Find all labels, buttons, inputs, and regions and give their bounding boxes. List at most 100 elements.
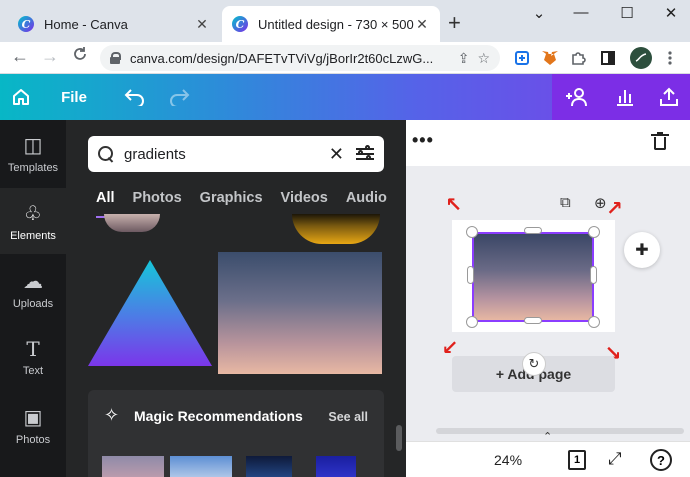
magic-recommendations-title: Magic Recommendations xyxy=(134,408,303,424)
recommendation-thumbnail[interactable] xyxy=(246,456,292,477)
canvas-topbar: ••• xyxy=(406,120,690,166)
panel-scrollbar[interactable] xyxy=(396,425,402,451)
extensions-puzzle-icon[interactable] xyxy=(568,48,588,68)
resize-handle[interactable] xyxy=(524,227,542,234)
gradient-photo-thumbnail[interactable] xyxy=(218,252,382,374)
share-icon[interactable]: ⇪ xyxy=(458,50,470,67)
header-actions xyxy=(552,74,690,120)
rail-item-label: Uploads xyxy=(12,297,54,310)
tab-title: Untitled design - 730 × 500px xyxy=(258,16,414,32)
more-options-icon[interactable]: ••• xyxy=(412,130,434,151)
metamask-fox-icon[interactable] xyxy=(540,48,560,68)
canvas-area: ••• ⧉ ⊕ ↗ ↗ ↗ ↗ ✚ + Add page ↻ xyxy=(406,120,690,477)
undo-button[interactable] xyxy=(120,74,150,120)
fullscreen-icon[interactable]: ⤢ xyxy=(608,449,622,469)
redo-button[interactable] xyxy=(164,74,194,120)
canvas-horizontal-scrollbar[interactable] xyxy=(436,428,684,434)
rail-item-elements[interactable]: ♧ Elements xyxy=(0,188,66,254)
rail-item-uploads[interactable]: ☁ Uploads xyxy=(0,256,66,322)
bottom-bar: 24% 1 ⤢ ? xyxy=(406,441,690,477)
profile-avatar[interactable] xyxy=(630,47,652,69)
resize-handle[interactable] xyxy=(524,317,542,324)
canva-favicon-icon: C xyxy=(232,16,248,32)
rotate-icon[interactable]: ↻ xyxy=(522,352,546,376)
upload-share-icon xyxy=(660,87,678,106)
delete-trash-icon[interactable] xyxy=(651,132,669,150)
zoom-level[interactable]: 24% xyxy=(494,452,522,468)
share-people-button[interactable] xyxy=(562,74,592,120)
add-people-icon xyxy=(566,88,587,107)
browser-menu-icon[interactable] xyxy=(660,48,680,68)
text-icon: T xyxy=(26,337,40,361)
file-menu-button[interactable]: File xyxy=(54,74,94,120)
back-button[interactable]: ← xyxy=(8,46,32,67)
insights-button[interactable] xyxy=(610,74,640,120)
duplicate-page-icon[interactable]: ⧉ xyxy=(560,194,571,211)
tab-videos[interactable]: Videos xyxy=(281,190,328,216)
resize-handle[interactable] xyxy=(467,266,474,284)
result-thumbnail[interactable] xyxy=(292,214,380,244)
home-icon xyxy=(13,89,29,105)
new-tab-button[interactable]: + xyxy=(448,10,461,36)
close-tab-icon[interactable]: ✕ xyxy=(414,16,430,33)
resize-handle[interactable] xyxy=(466,316,478,328)
rail-item-templates[interactable]: ◫ Templates xyxy=(0,120,66,186)
tab-search-chevron-icon[interactable]: ⌄ xyxy=(524,4,554,22)
elements-panel: gradients ✕ All Photos Graphics Videos A… xyxy=(66,120,406,477)
help-icon[interactable]: ? xyxy=(650,449,672,471)
resize-handle[interactable] xyxy=(588,226,600,238)
recommendation-thumbnail[interactable] xyxy=(102,456,164,477)
gradient-triangle-graphic[interactable] xyxy=(88,260,212,366)
recommendation-thumbnail[interactable] xyxy=(170,456,232,477)
clear-search-icon[interactable]: ✕ xyxy=(329,144,344,165)
left-rail: ◫ Templates ♧ Elements ☁ Uploads T Text … xyxy=(0,120,66,477)
resize-handle[interactable] xyxy=(588,316,600,328)
see-all-link[interactable]: See all xyxy=(328,410,368,424)
search-input[interactable]: gradients ✕ xyxy=(88,136,384,172)
filter-sliders-icon[interactable] xyxy=(356,145,374,162)
side-panel-icon[interactable] xyxy=(598,48,618,68)
uploads-icon: ☁ xyxy=(23,270,43,293)
tab-all[interactable]: All xyxy=(96,190,115,218)
reload-icon xyxy=(74,47,86,60)
result-thumbnail[interactable] xyxy=(104,214,160,232)
search-query: gradients xyxy=(124,145,186,163)
extension-icon[interactable] xyxy=(512,48,532,68)
resize-handle[interactable] xyxy=(466,226,478,238)
add-comment-button[interactable]: ✚ xyxy=(624,232,660,268)
undo-icon xyxy=(124,89,144,106)
resize-handle[interactable] xyxy=(590,266,597,284)
bar-chart-icon xyxy=(617,90,633,106)
browser-toolbar: ← → canva.com/design/DAFETvTViVg/jBorIr2… xyxy=(0,42,690,74)
tab-photos[interactable]: Photos xyxy=(133,190,182,216)
tab-graphics[interactable]: Graphics xyxy=(200,190,263,216)
bookmark-star-icon[interactable]: ☆ xyxy=(477,50,490,67)
canva-favicon-icon: C xyxy=(18,16,34,32)
elements-icon: ♧ xyxy=(24,202,42,225)
close-tab-icon[interactable]: ✕ xyxy=(194,16,210,33)
share-upload-button[interactable] xyxy=(654,74,684,120)
tab-home-canva[interactable]: C Home - Canva ✕ xyxy=(8,6,220,42)
selected-gradient-image[interactable] xyxy=(472,232,594,322)
reload-button[interactable] xyxy=(68,46,92,67)
rail-item-label: Text xyxy=(22,365,44,377)
address-bar[interactable]: canva.com/design/DAFETvTViVg/jBorIr2t60c… xyxy=(100,45,500,71)
forward-button[interactable]: → xyxy=(38,46,62,67)
sparkle-icon: ✧ xyxy=(104,405,120,425)
add-page-icon[interactable]: ⊕ xyxy=(594,194,607,212)
url-text: canva.com/design/DAFETvTViVg/jBorIr2t60c… xyxy=(130,50,434,66)
browser-tab-strip: C Home - Canva ✕ C Untitled design - 730… xyxy=(0,0,690,42)
close-window-button[interactable]: ✕ xyxy=(656,4,686,22)
maximize-button[interactable]: ☐ xyxy=(612,4,642,22)
rail-item-text[interactable]: T Text xyxy=(0,324,66,390)
page-count-icon[interactable]: 1 xyxy=(568,450,586,470)
home-button[interactable] xyxy=(4,74,38,120)
red-arrow-annotation: ↗ xyxy=(606,198,623,220)
canva-header: File xyxy=(0,74,690,120)
recommendation-thumbnail[interactable] xyxy=(316,456,356,477)
minimize-button[interactable]: — xyxy=(566,4,596,21)
rail-item-photos[interactable]: ▣ Photos xyxy=(0,392,66,458)
rail-item-label: Templates xyxy=(7,161,59,174)
tab-untitled-design[interactable]: C Untitled design - 730 × 500px ✕ xyxy=(222,6,440,42)
tab-audio[interactable]: Audio xyxy=(346,190,387,216)
